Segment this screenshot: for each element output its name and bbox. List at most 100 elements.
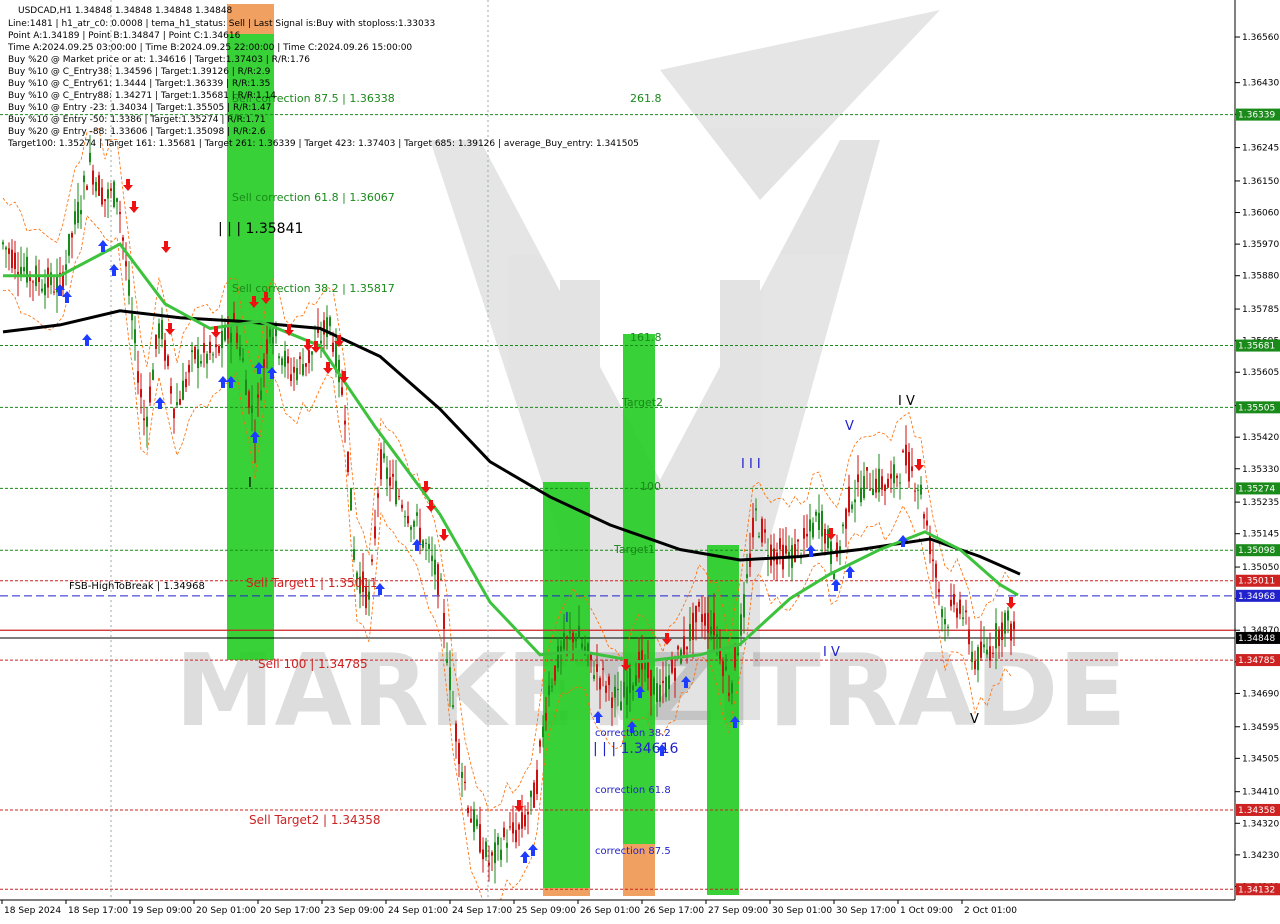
price-tick-label: 1.35785 (1242, 305, 1279, 315)
price-tick-label: 1.34595 (1242, 723, 1279, 733)
candle-body (638, 651, 640, 679)
candle-body (470, 818, 472, 823)
candle-body (494, 842, 496, 864)
candle-body (887, 478, 889, 488)
candle-body (716, 633, 718, 639)
candle-body (128, 279, 130, 296)
candle-body (68, 233, 70, 256)
candle-body (440, 578, 442, 580)
candle-body (578, 625, 580, 639)
zone-label: Sell 100 | 1.34785 (258, 657, 368, 671)
candle-body (56, 276, 58, 293)
candle-body (965, 610, 967, 613)
price-tag-label: 1.34785 (1238, 656, 1275, 666)
candle-body (572, 632, 574, 643)
candle-body (743, 594, 745, 618)
zone-label: correction 38.2 (595, 728, 671, 739)
zone-label: 161.8 (630, 331, 662, 344)
candle-body (242, 358, 244, 361)
price-tag-label: 1.34968 (1238, 592, 1275, 602)
candle-body (1013, 621, 1015, 630)
candle-body (764, 529, 766, 533)
candle-body (323, 320, 325, 335)
candle-body (116, 198, 118, 202)
time-tick-label: 30 Sep 17:00 (836, 906, 896, 916)
candle-body (653, 678, 655, 695)
time-tick-label: 27 Sep 09:00 (708, 906, 768, 916)
candle-body (443, 613, 445, 630)
candle-body (233, 313, 235, 320)
candle-body (278, 356, 280, 359)
candle-body (878, 468, 880, 493)
price-tag-label: 1.35274 (1238, 484, 1275, 494)
candle-body (854, 499, 856, 503)
candle-body (1007, 610, 1009, 621)
candle-body (593, 675, 595, 679)
candle-body (737, 652, 739, 656)
candle-body (482, 849, 484, 860)
candle-body (203, 343, 205, 353)
candle-body (704, 613, 706, 626)
candle-body (815, 511, 817, 516)
candle-body (689, 624, 691, 641)
candle-body (74, 211, 76, 225)
candle-body (875, 478, 877, 493)
candle-body (734, 645, 736, 668)
price-tag-label: 1.35505 (1238, 403, 1275, 413)
candle-body (650, 670, 652, 696)
candle-body (1010, 623, 1012, 641)
candle-body (566, 636, 568, 638)
price-tick-label: 1.36430 (1242, 79, 1279, 89)
candle-body (266, 339, 268, 354)
candle-body (296, 367, 298, 381)
candle-body (635, 675, 637, 686)
candle-body (956, 608, 958, 618)
candle-body (368, 591, 370, 600)
price-tag-label: 1.34132 (1238, 885, 1275, 895)
candle-body (992, 652, 994, 654)
candle-body (617, 688, 619, 691)
candle-body (206, 353, 208, 364)
time-tick-label: 19 Sep 09:00 (132, 906, 192, 916)
info-line: Buy %10 @ C_Entry88: 1.34271 | Target:1.… (8, 91, 276, 101)
candle-body (395, 480, 397, 505)
candle-body (182, 380, 184, 400)
candle-body (14, 252, 16, 269)
candle-body (407, 515, 409, 524)
candle-body (896, 475, 898, 479)
wave-label: V (970, 712, 979, 727)
candle-body (26, 256, 28, 283)
price-tick-label: 1.36060 (1242, 209, 1279, 219)
zone-label: Target2 (621, 396, 663, 409)
price-axis-bg (1235, 0, 1280, 920)
candle-body (8, 248, 10, 254)
price-tick-label: 1.36560 (1242, 33, 1279, 43)
candle-body (950, 599, 952, 607)
candle-body (104, 199, 106, 202)
time-tick-label: 24 Sep 17:00 (452, 906, 512, 916)
candle-body (944, 618, 946, 625)
price-tick-label: 1.34320 (1242, 819, 1279, 829)
candle-body (272, 336, 274, 344)
candle-body (236, 333, 238, 343)
candle-body (614, 686, 616, 698)
candle-body (692, 612, 694, 640)
candle-body (953, 594, 955, 605)
candle-body (917, 489, 919, 491)
candle-body (824, 529, 826, 544)
candle-body (821, 510, 823, 537)
candle-body (995, 623, 997, 649)
candle-body (86, 185, 88, 190)
candle-body (848, 486, 850, 513)
price-tag-label: 1.34848 (1238, 634, 1275, 644)
price-tick-label: 1.35880 (1242, 272, 1279, 282)
candle-body (212, 354, 214, 356)
time-tick-label: 18 Sep 2024 (4, 906, 61, 916)
candle-body (797, 539, 799, 542)
wave-label: I (248, 476, 252, 491)
candle-body (911, 466, 913, 472)
candle-body (398, 496, 400, 498)
candle-body (2, 242, 4, 245)
zone-buy-block-1 (543, 482, 590, 892)
candle-body (44, 283, 46, 296)
